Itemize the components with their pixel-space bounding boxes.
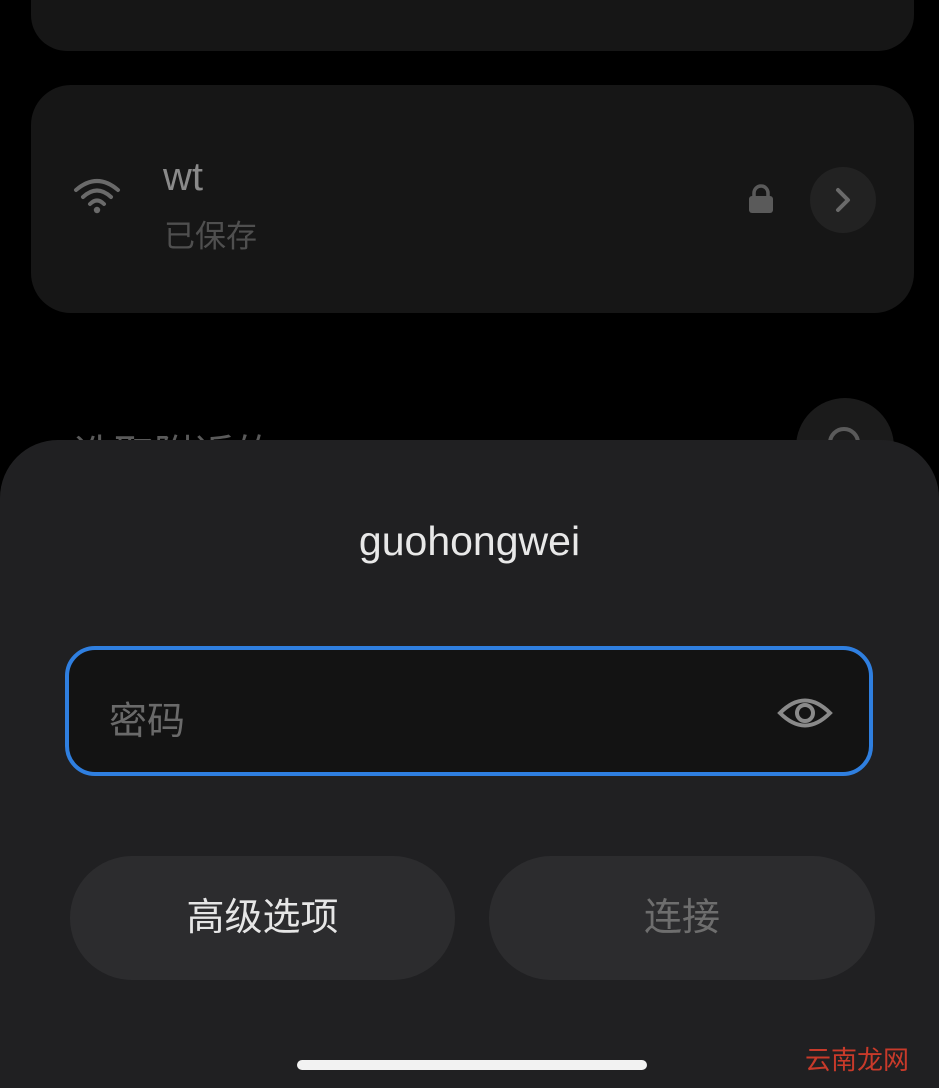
saved-network-row[interactable]: wt 已保存 (31, 85, 914, 313)
network-details-button[interactable] (810, 167, 876, 233)
dialog-title: guohongwei (358, 518, 581, 564)
password-input[interactable]: 密码 (65, 646, 873, 776)
advanced-options-button[interactable]: 高级选项 (70, 856, 455, 980)
previous-settings-card (31, 0, 914, 51)
chevron-right-icon (836, 188, 850, 212)
lock-icon (749, 184, 773, 213)
connect-button[interactable]: 连接 (489, 856, 875, 980)
wifi-icon (74, 179, 120, 214)
network-name: wt (163, 155, 203, 199)
eye-icon[interactable] (777, 696, 833, 730)
watermark: 云南龙网 (804, 1045, 909, 1075)
wlan-settings-screen: wt 已保存 选取附近的WLAN guohongwei 密码 高级选项 连接 (0, 0, 939, 1088)
home-indicator[interactable] (297, 1060, 647, 1070)
password-placeholder: 密码 (109, 701, 186, 743)
network-status: 已保存 (164, 219, 257, 254)
wifi-password-dialog: guohongwei 密码 高级选项 连接 (0, 440, 939, 1088)
